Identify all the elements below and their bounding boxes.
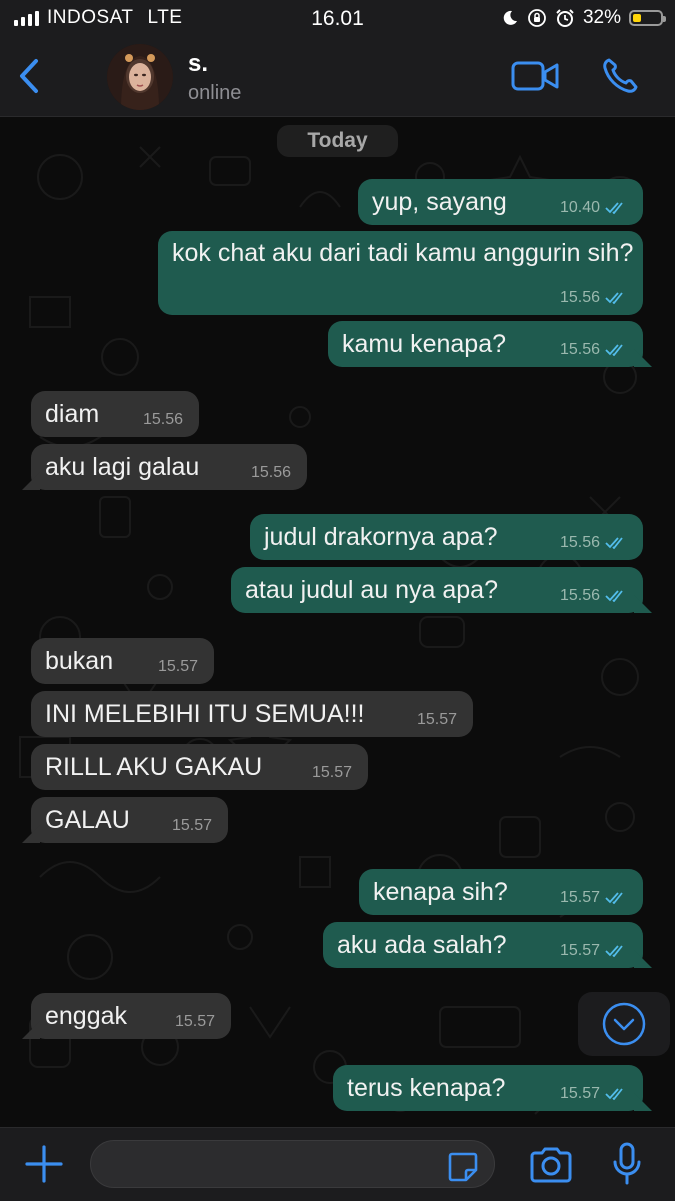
read-ticks-icon xyxy=(605,590,623,602)
plus-icon[interactable] xyxy=(24,1144,64,1184)
battery-level xyxy=(633,14,641,22)
read-ticks-icon xyxy=(605,344,623,356)
message-bubble-incoming[interactable]: bukan 15.57 xyxy=(31,638,214,684)
message-input-field[interactable] xyxy=(107,1149,441,1181)
message-bubble-outgoing[interactable]: terus kenapa? 15.57 xyxy=(333,1065,643,1111)
read-ticks-icon xyxy=(605,292,623,304)
status-right: 32% xyxy=(501,7,666,29)
back-chevron-icon[interactable] xyxy=(14,56,44,96)
message-meta: 15.57 xyxy=(560,1085,627,1103)
message-bubble-incoming[interactable]: INI MELEBIHI ITU SEMUA!!! 15.57 xyxy=(31,691,473,737)
message-meta: 15.56 xyxy=(560,289,627,307)
moon-icon xyxy=(503,10,517,25)
video-call-icon[interactable] xyxy=(510,58,560,94)
message-time: 15.57 xyxy=(311,764,352,781)
chevron-down-circle-icon xyxy=(602,1002,646,1046)
message-time: 15.57 xyxy=(174,1013,215,1030)
camera-icon[interactable] xyxy=(528,1146,574,1184)
battery-percent: 32% xyxy=(582,7,621,28)
read-ticks-icon xyxy=(605,537,623,549)
scroll-to-bottom-button[interactable] xyxy=(578,992,670,1056)
message-bubble-outgoing[interactable]: kok chat aku dari tadi kamu anggurin sih… xyxy=(158,231,643,315)
message-bubble-incoming[interactable]: aku lagi galau 15.56 xyxy=(31,444,307,490)
message-meta: 15.56 xyxy=(560,341,627,359)
message-time: 15.56 xyxy=(559,587,600,604)
message-bubble-incoming[interactable]: RILLL AKU GAKAU 15.57 xyxy=(31,744,368,790)
sticker-icon[interactable] xyxy=(446,1150,480,1184)
battery-icon xyxy=(629,10,666,26)
message-text: RILLL AKU GAKAU xyxy=(45,753,263,781)
orientation-lock-icon xyxy=(528,9,546,27)
message-meta: 15.57 xyxy=(172,817,212,835)
message-meta: 15.57 xyxy=(158,658,198,676)
message-bubble-outgoing[interactable]: aku ada salah? 15.57 xyxy=(323,922,643,968)
message-meta: 15.56 xyxy=(251,464,291,482)
message-meta: 15.57 xyxy=(560,942,627,960)
message-time: 15.57 xyxy=(416,711,457,728)
avatar[interactable] xyxy=(107,44,173,110)
message-meta: 15.57 xyxy=(312,764,352,782)
message-meta: 15.56 xyxy=(560,534,627,552)
message-bubble-incoming[interactable]: enggak 15.57 xyxy=(31,993,231,1039)
read-ticks-icon xyxy=(605,1088,623,1100)
message-time: 15.57 xyxy=(559,1085,600,1102)
message-meta: 15.57 xyxy=(560,889,627,907)
chat-area[interactable]: Today yup, sayang 10.40 kok chat aku dar… xyxy=(0,117,675,1127)
message-time: 15.57 xyxy=(157,658,198,675)
contact-name[interactable]: s. xyxy=(188,50,208,78)
message-time: 15.56 xyxy=(559,289,600,306)
message-time: 15.57 xyxy=(559,889,600,906)
microphone-icon[interactable] xyxy=(612,1142,642,1186)
message-bubble-outgoing[interactable]: kenapa sih? 15.57 xyxy=(359,869,643,915)
date-label: Today xyxy=(277,125,398,157)
read-ticks-icon xyxy=(605,892,623,904)
phone-call-icon[interactable] xyxy=(600,56,640,96)
contact-status: online xyxy=(188,82,242,104)
chat-header: s. online xyxy=(0,40,675,117)
message-time: 15.57 xyxy=(171,817,212,834)
message-meta: 15.57 xyxy=(175,1013,215,1031)
read-ticks-icon xyxy=(605,945,623,957)
read-ticks-icon xyxy=(605,202,623,214)
message-bubble-outgoing[interactable]: judul drakornya apa? 15.56 xyxy=(250,514,643,560)
message-bubble-outgoing[interactable]: atau judul au nya apa? 15.56 xyxy=(231,567,643,613)
message-bubble-incoming[interactable]: diam 15.56 xyxy=(31,391,199,437)
message-meta: 15.56 xyxy=(560,587,627,605)
message-meta: 15.57 xyxy=(417,711,457,729)
message-time: 15.57 xyxy=(559,942,600,959)
composer-bar xyxy=(0,1127,675,1201)
message-meta: 15.56 xyxy=(143,411,183,429)
message-time: 15.56 xyxy=(559,341,600,358)
message-time: 15.56 xyxy=(250,464,291,481)
message-time: 15.56 xyxy=(142,411,183,428)
message-bubble-outgoing[interactable]: yup, sayang 10.40 xyxy=(358,179,643,225)
message-text: INI MELEBIHI ITU SEMUA!!! xyxy=(45,700,365,728)
message-time: 15.56 xyxy=(559,534,600,551)
message-text: kok chat aku dari tadi kamu anggurin sih… xyxy=(172,239,634,267)
message-input[interactable] xyxy=(90,1140,495,1188)
message-bubble-outgoing[interactable]: kamu kenapa? 15.56 xyxy=(328,321,643,367)
date-separator: Today xyxy=(0,125,675,157)
alarm-icon xyxy=(556,9,574,27)
status-bar: INDOSAT LTE 16.01 32% xyxy=(0,0,675,40)
avatar-image xyxy=(107,44,173,110)
message-bubble-incoming[interactable]: GALAU 15.57 xyxy=(31,797,228,843)
message-meta: 10.40 xyxy=(560,199,627,217)
message-time: 10.40 xyxy=(559,199,600,216)
